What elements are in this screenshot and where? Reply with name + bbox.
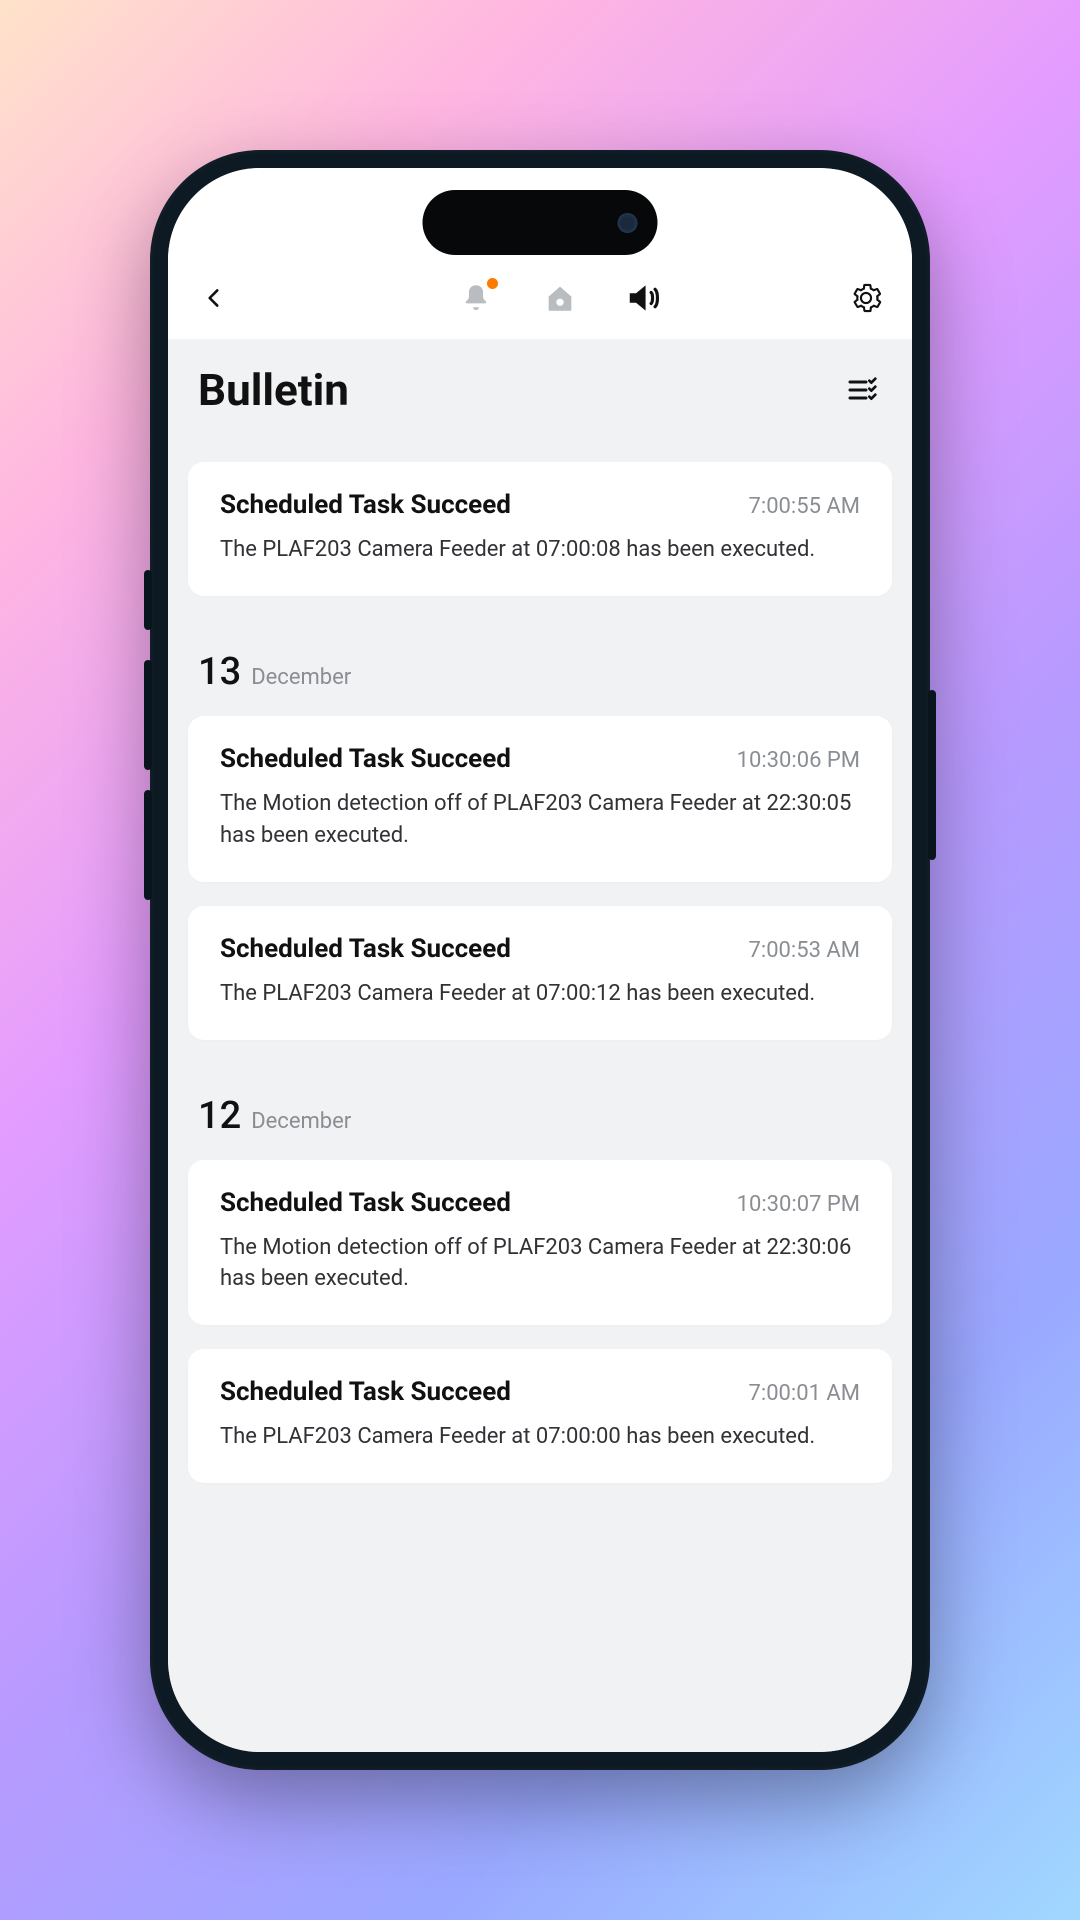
phone-side-button: [928, 690, 936, 860]
content[interactable]: Bulletin Scheduled Task Succeed 7:00:55 A…: [168, 340, 912, 1752]
top-bar: [168, 268, 912, 340]
card-body: The PLAF203 Camera Feeder at 07:00:12 ha…: [220, 978, 860, 1010]
date-header: 13 December: [168, 620, 912, 716]
tab-home[interactable]: [540, 278, 580, 318]
phone-side-button: [144, 790, 152, 900]
page-title: Bulletin: [198, 364, 349, 416]
back-button[interactable]: [192, 276, 236, 320]
bulletin-card[interactable]: Scheduled Task Succeed 7:00:53 AM The PLAF…: [188, 906, 892, 1040]
date-day: 12: [198, 1094, 241, 1138]
card-time: 7:00:01 AM: [749, 1381, 861, 1406]
phone-frame: Bulletin Scheduled Task Succeed 7:00:55 A…: [150, 150, 930, 1770]
date-day: 13: [198, 650, 241, 694]
checklist-icon: [846, 374, 878, 406]
card-title: Scheduled Task Succeed: [220, 744, 511, 774]
gear-icon: [850, 282, 882, 314]
screen: Bulletin Scheduled Task Succeed 7:00:55 A…: [168, 168, 912, 1752]
card-title: Scheduled Task Succeed: [220, 1377, 511, 1407]
card-body: The Motion detection off of PLAF203 Came…: [220, 788, 860, 852]
date-header: 12 December: [168, 1064, 912, 1160]
dynamic-island: [423, 190, 658, 255]
card-title: Scheduled Task Succeed: [220, 934, 511, 964]
filter-button[interactable]: [842, 370, 882, 410]
front-camera: [618, 213, 638, 233]
top-tabs: [276, 278, 844, 318]
card-body: The PLAF203 Camera Feeder at 07:00:00 ha…: [220, 1421, 860, 1453]
notification-badge: [487, 278, 498, 289]
bulletin-card[interactable]: Scheduled Task Succeed 7:00:01 AM The PLAF…: [188, 1349, 892, 1483]
card-body: The PLAF203 Camera Feeder at 07:00:08 ha…: [220, 534, 860, 566]
bulletin-card[interactable]: Scheduled Task Succeed 7:00:55 AM The PLAF…: [188, 462, 892, 596]
date-month: December: [251, 665, 351, 690]
card-time: 10:30:07 PM: [737, 1192, 860, 1217]
section-header: Bulletin: [168, 340, 912, 436]
chevron-left-icon: [201, 285, 227, 311]
card-time: 7:00:55 AM: [749, 494, 861, 519]
bulletin-card[interactable]: Scheduled Task Succeed 10:30:06 PM The Mot…: [188, 716, 892, 882]
phone-side-button: [144, 570, 152, 630]
phone-side-button: [144, 660, 152, 770]
home-icon: [543, 281, 577, 315]
speaker-icon: [625, 279, 663, 317]
card-title: Scheduled Task Succeed: [220, 490, 511, 520]
settings-button[interactable]: [844, 276, 888, 320]
card-time: 7:00:53 AM: [749, 938, 861, 963]
card-body: The Motion detection off of PLAF203 Came…: [220, 1232, 860, 1296]
tab-notifications[interactable]: [456, 278, 496, 318]
date-month: December: [251, 1109, 351, 1134]
tab-bulletin[interactable]: [624, 278, 664, 318]
card-time: 10:30:06 PM: [737, 748, 860, 773]
card-title: Scheduled Task Succeed: [220, 1188, 511, 1218]
bulletin-card[interactable]: Scheduled Task Succeed 10:30:07 PM The Mot…: [188, 1160, 892, 1326]
